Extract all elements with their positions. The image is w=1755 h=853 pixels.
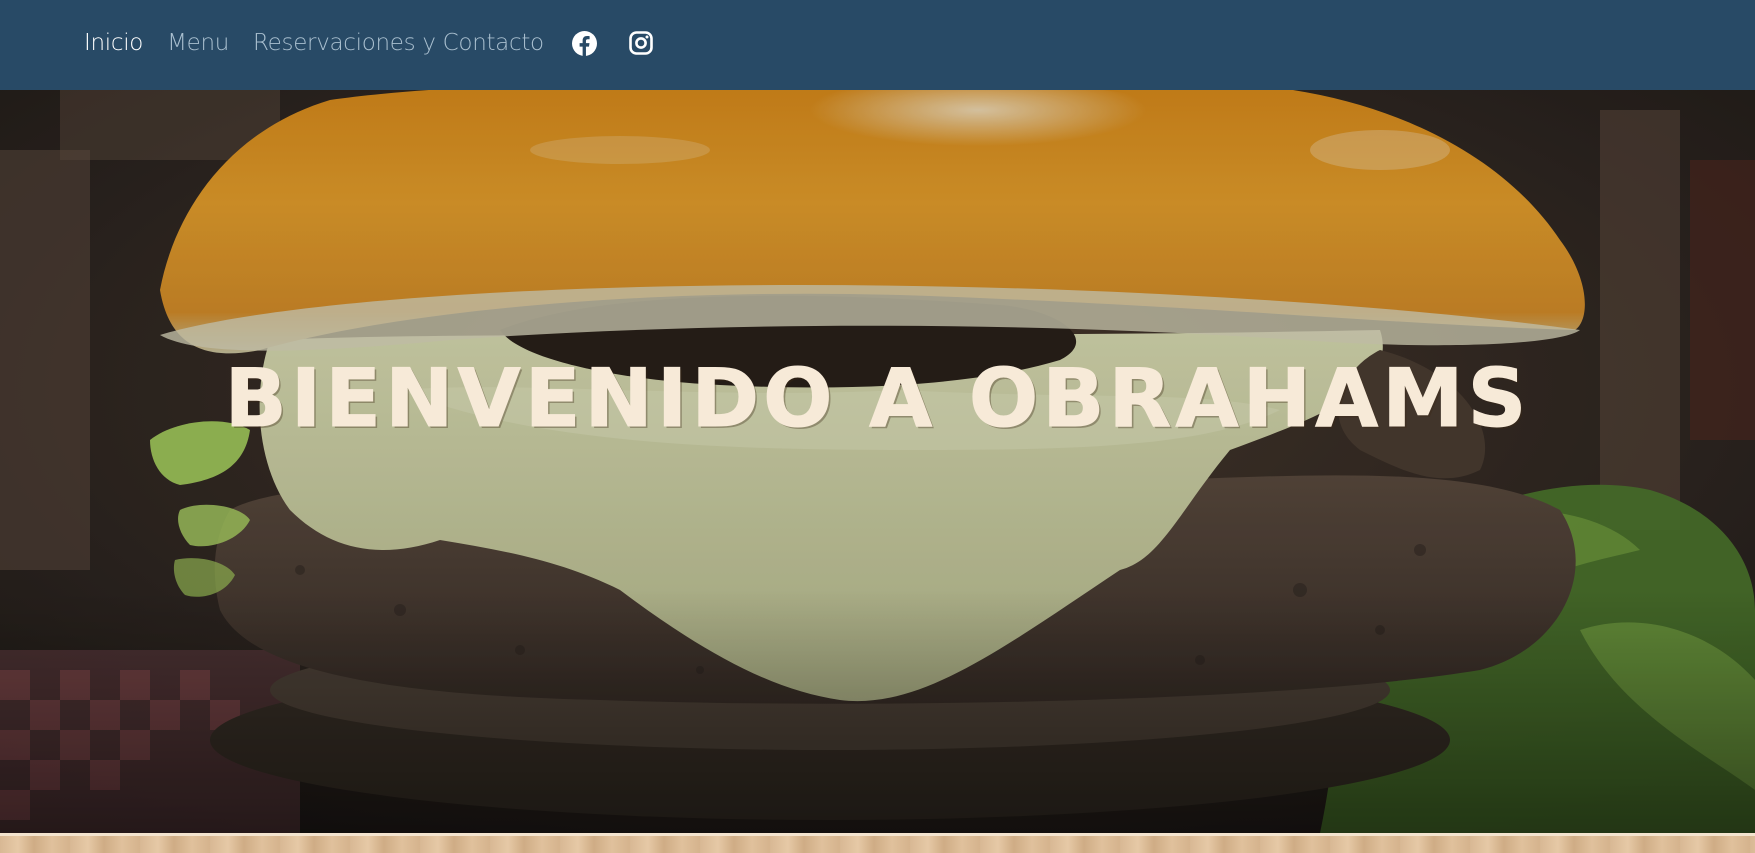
- nav-link-menu[interactable]: Menu: [167, 30, 229, 56]
- hero-title: BIENVENIDO A OBRAHAMS: [224, 352, 1531, 446]
- nav-link-inicio[interactable]: Inicio: [84, 30, 143, 56]
- social-links: [572, 30, 684, 56]
- facebook-icon[interactable]: [572, 30, 598, 56]
- navbar: Inicio Menu Reservaciones y Contacto: [0, 0, 1755, 90]
- hero-section: BIENVENIDO A OBRAHAMS: [0, 90, 1755, 833]
- nav-link-reservaciones[interactable]: Reservaciones y Contacto: [253, 30, 544, 56]
- page: Inicio Menu Reservaciones y Contacto BIE…: [0, 0, 1755, 853]
- wood-divider: [0, 833, 1755, 853]
- hero-overlay: [0, 90, 1755, 833]
- instagram-icon[interactable]: [628, 30, 654, 56]
- nav-menu: Inicio Menu Reservaciones y Contacto: [84, 0, 684, 86]
